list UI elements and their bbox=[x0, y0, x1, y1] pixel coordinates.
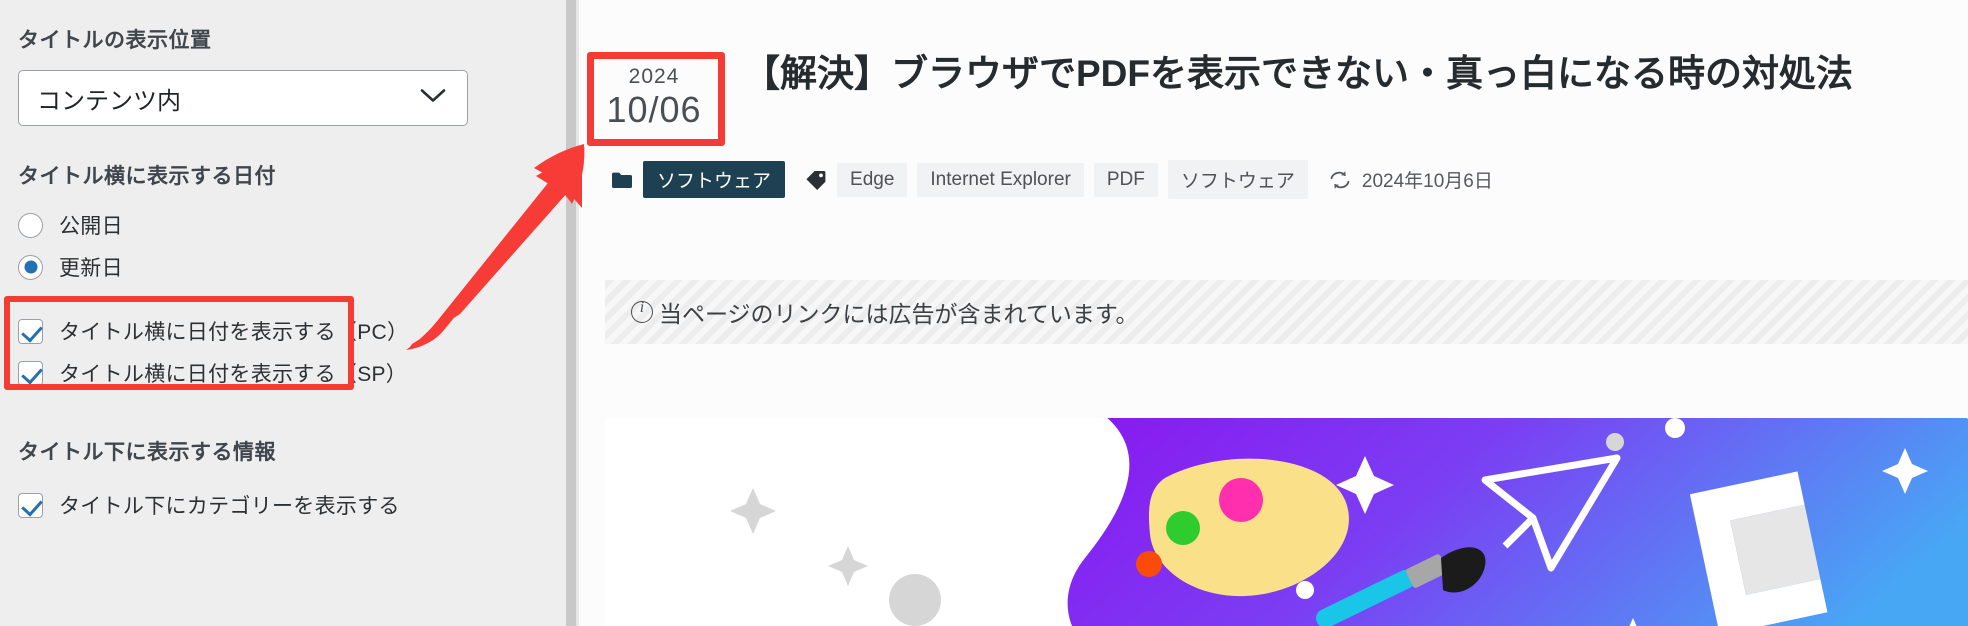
customizer-sidebar: タイトルの表示位置 コンテンツ内 タイトル横に表示する日付 公開日 更新日 タイ… bbox=[0, 0, 566, 626]
section-heading-info-under-title: タイトル下に表示する情報 bbox=[18, 441, 276, 464]
screenshot-root: タイトルの表示位置 コンテンツ内 タイトル横に表示する日付 公開日 更新日 タイ… bbox=[0, 0, 1968, 626]
radio-label: 更新日 bbox=[59, 257, 123, 280]
tag-chip[interactable]: Internet Explorer bbox=[917, 162, 1084, 197]
section-heading-title-position: タイトルの表示位置 bbox=[18, 29, 212, 52]
article-meta-row: ソフトウェア Edge Internet Explorer PDF ソフトウェア bbox=[579, 160, 1968, 199]
article-header: 2024 10/06 【解決】ブラウザでPDFを表示できない・真っ白になる時の対… bbox=[579, 0, 1968, 199]
radio-label: 公開日 bbox=[59, 215, 123, 238]
site-preview-pane: 2024 10/06 【解決】ブラウザでPDFを表示できない・真っ白になる時の対… bbox=[579, 0, 1968, 626]
tag-chip[interactable]: ソフトウェア bbox=[1167, 160, 1308, 199]
category-badge[interactable]: ソフトウェア bbox=[643, 161, 786, 198]
sidebar-scrollbar-thumb[interactable] bbox=[566, 0, 576, 626]
tag-icon bbox=[805, 170, 827, 190]
tag-chip[interactable]: PDF bbox=[1093, 162, 1158, 197]
section-heading-date-beside-title: タイトル横に表示する日付 bbox=[18, 165, 276, 188]
annotation-highlight-box-checkboxes bbox=[4, 296, 354, 390]
checkbox-indicator[interactable] bbox=[18, 492, 43, 518]
advertisement-disclosure: 当ページのリンクには広告が含まれています。 bbox=[605, 280, 1968, 344]
tag-chip[interactable]: Edge bbox=[837, 162, 908, 197]
radio-publish-date[interactable]: 公開日 bbox=[18, 204, 548, 246]
featured-image-illustration bbox=[605, 418, 1968, 626]
title-row: 2024 10/06 【解決】ブラウザでPDFを表示できない・真っ白になる時の対… bbox=[579, 48, 1968, 144]
radio-indicator[interactable] bbox=[18, 212, 43, 238]
radio-update-date[interactable]: 更新日 bbox=[18, 246, 548, 288]
article-title: 【解決】ブラウザでPDFを表示できない・真っ白になる時の対処法 bbox=[743, 53, 1853, 94]
title-date-badge: 2024 10/06 bbox=[587, 54, 721, 144]
checkbox-show-category-under-title[interactable]: タイトル下にカテゴリーを表示する bbox=[18, 484, 548, 526]
updated-date: 2024年10月6日 bbox=[1361, 171, 1493, 192]
date-badge-year: 2024 bbox=[628, 65, 680, 88]
featured-image bbox=[605, 418, 1968, 626]
title-position-select-value[interactable]: コンテンツ内 bbox=[18, 70, 468, 126]
info-icon bbox=[631, 299, 653, 323]
folder-icon bbox=[611, 171, 633, 189]
title-position-select[interactable]: コンテンツ内 bbox=[18, 70, 468, 126]
advertisement-disclosure-text: 当ページのリンクには広告が含まれています。 bbox=[659, 301, 1139, 327]
radio-indicator-selected[interactable] bbox=[18, 254, 43, 280]
checkbox-label: タイトル下にカテゴリーを表示する bbox=[59, 495, 400, 518]
date-badge-month-day: 10/06 bbox=[606, 89, 702, 130]
refresh-icon bbox=[1328, 170, 1352, 190]
